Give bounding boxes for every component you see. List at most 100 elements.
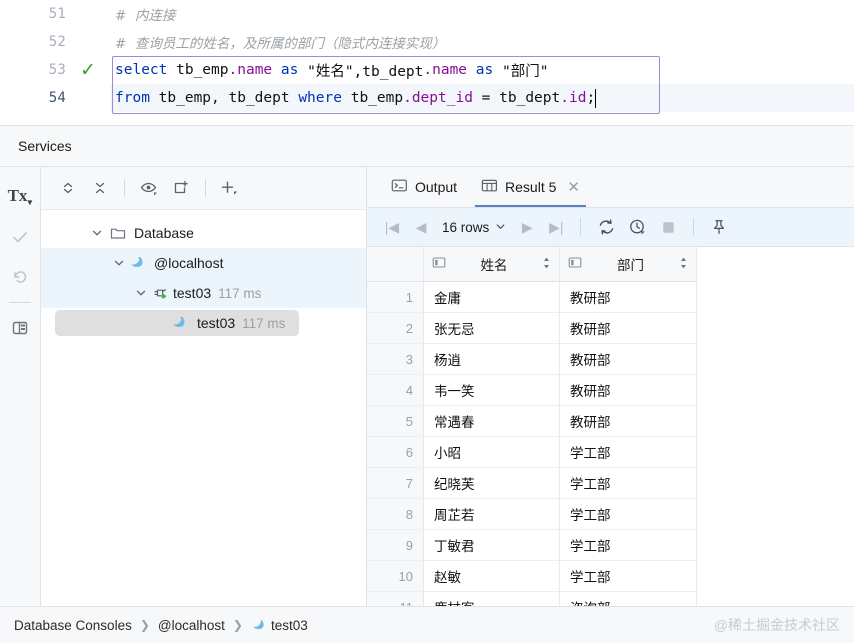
commit-icon[interactable] — [0, 217, 40, 257]
chevron-down-icon[interactable] — [131, 287, 151, 299]
last-page-button[interactable]: ▶| — [543, 214, 569, 240]
table-cell[interactable]: 教研部 — [559, 374, 697, 406]
table-cell[interactable]: 教研部 — [559, 405, 697, 437]
row-number-cell: 10 — [367, 560, 424, 592]
tree-node-connection-test03[interactable]: test03 117 ms — [41, 278, 366, 308]
tree-selection[interactable]: test03 117 ms — [55, 310, 300, 336]
tab-output[interactable]: Output — [379, 167, 469, 207]
tree-node-session-test03[interactable]: test03 117 ms — [41, 308, 366, 338]
table-cell[interactable]: 学工部 — [559, 529, 697, 561]
table-row[interactable]: 8 周芷若 学工部 — [367, 498, 697, 530]
new-tab-icon[interactable] — [166, 173, 196, 203]
table-cell[interactable]: 教研部 — [559, 343, 697, 375]
table-cell[interactable]: 周芷若 — [423, 498, 560, 530]
line-number: 52 — [48, 34, 66, 50]
table-cell[interactable]: 学工部 — [559, 436, 697, 468]
add-icon[interactable] — [215, 173, 245, 203]
code-token: tb_emp, tb_dept — [149, 90, 299, 106]
table-row[interactable]: 9 丁敏君 学工部 — [367, 529, 697, 561]
table-cell[interactable]: 教研部 — [559, 281, 697, 313]
column-header-label: 部门 — [617, 258, 644, 273]
breadcrumb-item-test03[interactable]: test03 — [251, 617, 308, 634]
code-token: .dept_id — [403, 90, 473, 106]
column-header-dept[interactable]: 部门 — [559, 247, 697, 282]
row-number-cell: 7 — [367, 467, 424, 499]
tree-node-database[interactable]: Database — [41, 218, 366, 248]
first-page-button[interactable]: |◀ — [379, 214, 405, 240]
row-number-cell: 11 — [367, 591, 424, 606]
code-token: = tb_dept — [472, 90, 561, 106]
table-cell[interactable]: 学工部 — [559, 560, 697, 592]
sort-arrows-icon[interactable] — [679, 256, 688, 273]
services-body: Tx▾ Database @localhost test03 117 ms te… — [0, 167, 854, 606]
breadcrumb-item-consoles[interactable]: Database Consoles — [14, 618, 132, 633]
chevron-down-icon[interactable] — [87, 227, 107, 239]
code-line-select[interactable]: select tb_emp .name as "姓名",tb_dept .name … — [110, 56, 854, 84]
table-cell[interactable]: 张无忌 — [423, 312, 560, 344]
expand-collapse-icon[interactable] — [53, 173, 83, 203]
toolbar-divider — [205, 179, 206, 197]
code-token: tb_emp — [341, 90, 404, 106]
table-row[interactable]: 3 杨逍 教研部 — [367, 343, 697, 375]
table-row[interactable]: 7 纪晓芙 学工部 — [367, 467, 697, 499]
refresh-icon[interactable] — [592, 213, 620, 241]
table-row[interactable]: 4 韦一笑 教研部 — [367, 374, 697, 406]
prev-page-button[interactable]: ◀ — [408, 214, 434, 240]
history-clock-icon[interactable] — [623, 213, 651, 241]
layout-icon[interactable] — [0, 308, 40, 348]
table-cell[interactable]: 丁敏君 — [423, 529, 560, 561]
watermark: @稀土掘金技术社区 — [713, 617, 840, 633]
table-cell[interactable]: 杨逍 — [423, 343, 560, 375]
table-cell[interactable]: 韦一笑 — [423, 374, 560, 406]
table-cell[interactable]: 小昭 — [423, 436, 560, 468]
column-header-label: 姓名 — [480, 258, 508, 273]
transaction-mode-icon[interactable]: Tx▾ — [0, 177, 40, 217]
sql-editor[interactable]: 51 52 53 ✓ 54 # 内连接 # 查询员工的姓名，及所属的部门（隐式内连… — [0, 0, 854, 126]
tree-node-label: Database — [134, 225, 194, 241]
close-icon[interactable]: ✕ — [567, 178, 580, 196]
chevron-down-icon[interactable] — [109, 257, 129, 269]
results-grid[interactable]: 姓名 部门 1 金庸 教研部 2 张无忌 教研部 3 杨逍 教研部 4 韦一笑 … — [367, 247, 697, 606]
table-cell[interactable]: 常遇春 — [423, 405, 560, 437]
code-line-from[interactable]: from tb_emp, tb_dept where tb_emp .dept_i… — [110, 84, 854, 112]
table-row[interactable]: 10 赵敏 学工部 — [367, 560, 697, 592]
table-cell[interactable]: 鹿杖客 — [423, 591, 560, 606]
tab-result-5[interactable]: Result 5 ✕ — [469, 167, 592, 207]
editor-code-area[interactable]: # 内连接 # 查询员工的姓名，及所属的部门（隐式内连接实现） select t… — [110, 0, 854, 125]
table-cell[interactable]: 赵敏 — [423, 560, 560, 592]
code-token: as — [475, 62, 494, 78]
results-grid-wrapper[interactable]: 姓名 部门 1 金庸 教研部 2 张无忌 教研部 3 杨逍 教研部 4 韦一笑 … — [367, 247, 854, 606]
rollback-icon[interactable] — [0, 257, 40, 297]
table-cell[interactable]: 学工部 — [559, 467, 697, 499]
breadcrumb-item-localhost[interactable]: @localhost — [158, 618, 225, 633]
view-options-icon[interactable] — [134, 173, 164, 203]
row-count-dropdown[interactable]: 16 rows — [437, 220, 511, 235]
pin-icon[interactable] — [705, 213, 733, 241]
table-row[interactable]: 6 小昭 学工部 — [367, 436, 697, 468]
sort-arrows-icon[interactable] — [542, 256, 551, 273]
tab-label: Result 5 — [505, 179, 557, 195]
table-cell[interactable]: 学工部 — [559, 498, 697, 530]
table-cell[interactable]: 纪晓芙 — [423, 467, 560, 499]
stop-icon[interactable] — [654, 213, 682, 241]
table-row[interactable]: 1 金庸 教研部 — [367, 281, 697, 313]
execute-success-icon[interactable]: ✓ — [66, 61, 110, 80]
table-row[interactable]: 11鹿杖客咨询部 — [367, 591, 697, 606]
column-header-name[interactable]: 姓名 — [423, 247, 560, 282]
table-cell[interactable]: 咨询部 — [559, 591, 697, 606]
breadcrumb[interactable]: Database Consoles ❯ @localhost ❯ test03 — [14, 617, 308, 634]
table-row[interactable]: 2 张无忌 教研部 — [367, 312, 697, 344]
grid-body[interactable]: 1 金庸 教研部 2 张无忌 教研部 3 杨逍 教研部 4 韦一笑 教研部 5 常遇春 教研部 6 小昭 学工部 7… — [367, 281, 697, 606]
table-cell[interactable]: 教研部 — [559, 312, 697, 344]
tree-node-localhost[interactable]: @localhost — [41, 248, 366, 278]
services-tree[interactable]: Database @localhost test03 117 ms test03… — [41, 210, 366, 606]
code-token: where — [298, 90, 342, 106]
collapse-all-icon[interactable] — [85, 173, 115, 203]
editor-gutter[interactable]: 51 52 53 ✓ 54 — [0, 0, 110, 125]
table-row[interactable]: 5 常遇春 教研部 — [367, 405, 697, 437]
next-page-button[interactable]: ▶ — [514, 214, 540, 240]
table-cell[interactable]: 金庸 — [423, 281, 560, 313]
line-number: 54 — [48, 90, 66, 106]
connection-icon — [151, 285, 173, 301]
breadcrumb-separator: ❯ — [232, 618, 243, 632]
